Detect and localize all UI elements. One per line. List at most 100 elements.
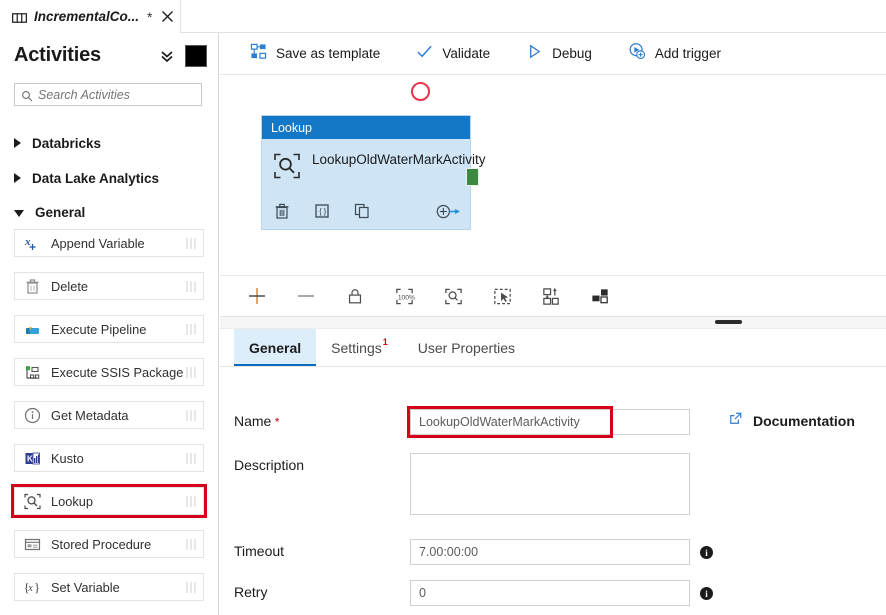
delete-icon[interactable] [273, 202, 291, 220]
activity-item-get-metadata[interactable]: Get Metadata [14, 401, 204, 429]
activity-item-set-variable[interactable]: { x } Set Variable [14, 573, 204, 601]
execute-ssis-package-icon [23, 363, 42, 382]
copy-icon[interactable] [353, 202, 371, 220]
info-icon-retry[interactable]: i [700, 587, 713, 600]
drag-handle[interactable] [186, 453, 196, 464]
tab-label: General [249, 340, 301, 356]
field-label-text: Name [234, 413, 271, 429]
field-label-text: Description [234, 457, 304, 473]
activity-properties-panel: General Settings1 User Properties Name * [220, 317, 886, 615]
activity-item-execute-pipeline[interactable]: Execute Pipeline [14, 315, 204, 343]
command-label: Save as template [276, 46, 380, 61]
code-brackets-icon[interactable]: {} [313, 202, 331, 220]
node-action-row: {} [273, 202, 461, 220]
append-variable-icon: x [23, 234, 42, 253]
pipeline-canvas[interactable]: Lookup LookupOldWaterMarkActivity [220, 75, 886, 275]
svg-text:x: x [24, 236, 31, 248]
close-icon[interactable] [161, 10, 174, 23]
error-circle [411, 82, 430, 101]
description-textarea[interactable] [410, 453, 690, 515]
unsaved-changes-marker: * [147, 9, 152, 25]
category-label: Databricks [32, 136, 101, 151]
field-label-timeout: Timeout [220, 539, 410, 559]
activities-title: Activities [14, 44, 101, 67]
selection-tool-icon[interactable] [489, 283, 515, 309]
command-label: Add trigger [655, 46, 721, 61]
add-next-activity-icon[interactable] [435, 203, 461, 219]
activity-label: Delete [51, 279, 88, 294]
debug-button[interactable]: Debug [526, 43, 592, 65]
activity-item-stored-procedure[interactable]: Stored Procedure [14, 530, 204, 558]
category-general[interactable]: General [0, 194, 219, 230]
panel-resize-bar[interactable] [220, 317, 886, 329]
category-label: General [35, 205, 85, 220]
timeout-input[interactable] [410, 539, 690, 565]
checkmark-icon [416, 43, 433, 65]
tab-general[interactable]: General [234, 329, 316, 366]
zoom-in-icon[interactable] [244, 283, 270, 309]
activity-item-delete[interactable]: Delete [14, 272, 204, 300]
drag-handle[interactable] [186, 496, 196, 507]
execute-pipeline-icon [23, 320, 42, 339]
field-label-name: Name * [220, 409, 410, 429]
search-input[interactable] [33, 87, 193, 103]
drag-handle[interactable] [186, 238, 196, 249]
activity-label: Get Metadata [51, 408, 129, 423]
zoom-100-percent-icon[interactable]: 100% [391, 283, 417, 309]
activity-item-append-variable[interactable]: x Append Variable [14, 229, 204, 257]
svg-text:}: } [34, 579, 40, 594]
pipeline-tab[interactable]: IncrementalCo... * [0, 0, 181, 33]
field-label-description: Description [220, 453, 410, 473]
activity-item-execute-ssis-package[interactable]: Execute SSIS Package [14, 358, 204, 386]
command-label: Validate [442, 46, 490, 61]
category-databricks[interactable]: Databricks [0, 125, 219, 161]
command-label: Debug [552, 46, 592, 61]
zoom-out-icon[interactable] [293, 283, 319, 309]
add-trigger-button[interactable]: Add trigger [628, 42, 721, 65]
panel-resize-handle[interactable] [715, 320, 742, 324]
panel-toggle-square-button[interactable] [185, 45, 207, 67]
validate-button[interactable]: Validate [416, 43, 490, 65]
activities-header: Activities [0, 33, 219, 78]
name-input[interactable] [410, 409, 690, 435]
activity-item-lookup[interactable]: Lookup [14, 487, 204, 515]
svg-text:100%: 100% [397, 294, 414, 301]
name-input-wrapper [410, 409, 690, 435]
activity-label: Lookup [51, 494, 93, 509]
add-trigger-icon [628, 42, 646, 65]
pipeline-activity-node[interactable]: Lookup LookupOldWaterMarkActivity [261, 115, 471, 230]
triangle-right-icon [14, 173, 21, 183]
field-label-text: Timeout [234, 543, 284, 559]
canvas-zoom-toolbar: 100% [220, 275, 886, 317]
node-body: LookupOldWaterMarkActivity [262, 139, 470, 180]
save-as-template-button[interactable]: Save as template [250, 43, 380, 65]
auto-align-icon[interactable] [538, 283, 564, 309]
svg-text:x: x [27, 583, 33, 594]
drag-handle[interactable] [186, 539, 196, 550]
retry-input[interactable] [410, 580, 690, 606]
zoom-to-fit-icon[interactable] [440, 283, 466, 309]
activities-pane: Activities Databricks [0, 33, 219, 615]
drag-handle[interactable] [186, 582, 196, 593]
field-label-text: Retry [234, 584, 267, 600]
tab-bar-spacer [530, 329, 886, 366]
layout-icon[interactable] [587, 283, 613, 309]
drag-handle[interactable] [186, 324, 196, 335]
tab-user-properties[interactable]: User Properties [403, 329, 530, 366]
documentation-link[interactable]: Documentation [728, 409, 855, 431]
info-icon-timeout[interactable]: i [700, 546, 713, 559]
success-output-port[interactable] [466, 168, 479, 186]
lock-icon[interactable] [342, 283, 368, 309]
field-row-description: Description [220, 453, 886, 515]
double-chevron-down-icon[interactable] [159, 48, 175, 64]
drag-handle[interactable] [186, 281, 196, 292]
category-data-lake-analytics[interactable]: Data Lake Analytics [0, 160, 219, 196]
activity-item-kusto[interactable]: K Kusto [14, 444, 204, 472]
drag-handle[interactable] [186, 410, 196, 421]
search-activities-box[interactable] [14, 83, 202, 106]
activity-label: Kusto [51, 451, 84, 466]
drag-handle[interactable] [186, 367, 196, 378]
tab-settings[interactable]: Settings1 [316, 329, 403, 366]
kusto-icon: K [23, 449, 42, 468]
svg-text:K: K [27, 454, 33, 463]
